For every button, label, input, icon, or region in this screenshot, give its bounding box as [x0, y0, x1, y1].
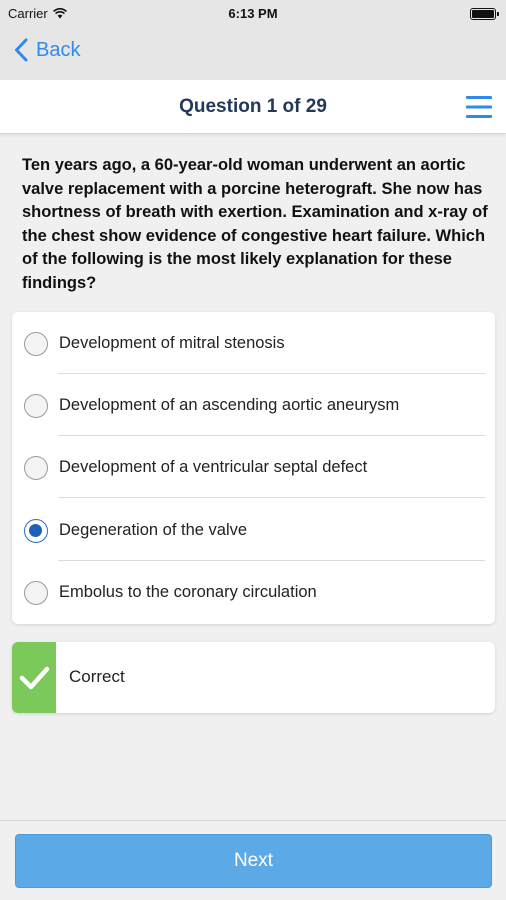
answer-option[interactable]: Embolus to the coronary circulation	[12, 561, 495, 623]
back-button[interactable]: Back	[14, 38, 80, 62]
footer-bar: Next	[0, 820, 506, 900]
answer-option[interactable]: Development of mitral stenosis	[12, 312, 495, 374]
back-label: Back	[36, 38, 81, 61]
page-title: Question 1 of 29	[179, 96, 327, 117]
navigation-bar: Back	[0, 28, 506, 80]
answer-option[interactable]: Development of a ventricular septal defe…	[12, 436, 495, 498]
checkmark-icon	[19, 666, 50, 690]
radio-button[interactable]	[24, 332, 48, 356]
answer-label: Degeneration of the valve	[59, 521, 248, 539]
answer-label: Development of an ascending aortic aneur…	[59, 396, 400, 414]
answer-label: Embolus to the coronary circulation	[59, 583, 317, 601]
question-header: Question 1 of 29	[0, 80, 506, 134]
radio-button[interactable]	[24, 394, 48, 418]
status-time: 6:13 PM	[228, 6, 278, 21]
radio-button-selected[interactable]	[24, 519, 48, 543]
status-bar: Carrier 6:13 PM	[0, 0, 506, 28]
answer-option-selected[interactable]: Degeneration of the valve	[12, 499, 495, 561]
feedback-indicator	[12, 642, 56, 713]
answer-list: Development of mitral stenosis Developme…	[12, 312, 495, 624]
feedback-label: Correct	[69, 667, 125, 686]
radio-button[interactable]	[24, 581, 48, 605]
answer-label: Development of a ventricular septal defe…	[59, 458, 368, 476]
answer-label: Development of mitral stenosis	[59, 334, 285, 352]
radio-button[interactable]	[24, 456, 48, 480]
chevron-left-icon	[15, 38, 28, 62]
question-text: Ten years ago, a 60-year-old woman under…	[22, 156, 488, 292]
answer-option[interactable]: Development of an ascending aortic aneur…	[12, 374, 495, 436]
battery-icon	[470, 8, 499, 20]
hamburger-menu-icon[interactable]	[464, 94, 494, 120]
divider	[58, 497, 485, 498]
next-button[interactable]: Next	[15, 834, 492, 888]
feedback-card: Correct	[12, 642, 495, 713]
